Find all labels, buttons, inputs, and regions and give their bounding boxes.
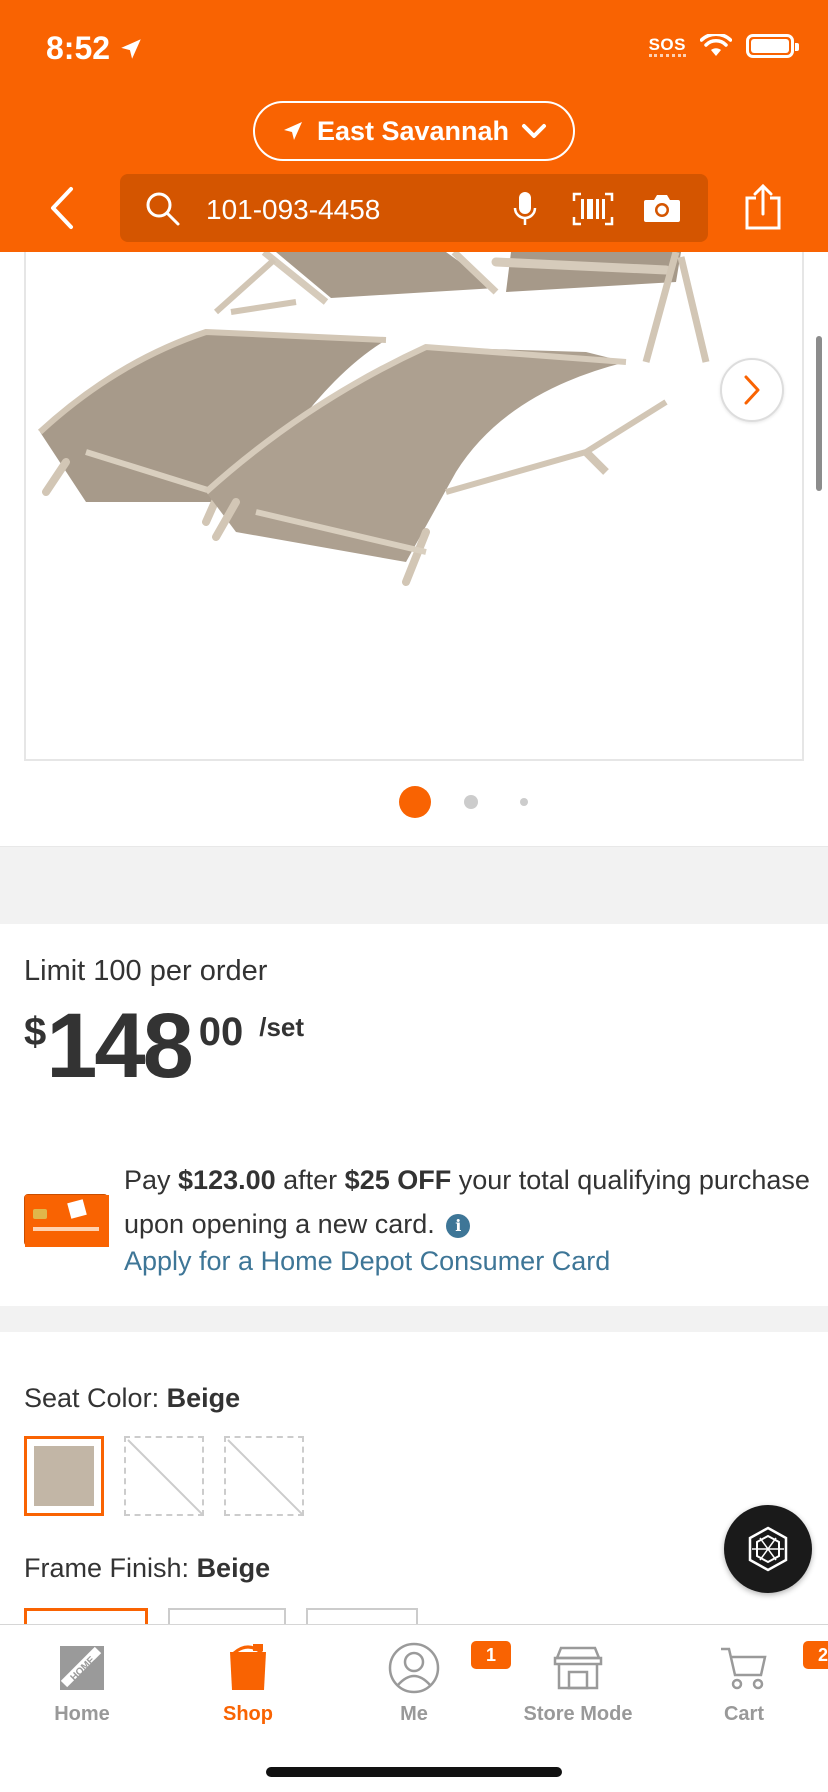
battery-icon [746, 34, 799, 58]
seat-color-value: Beige [166, 1383, 241, 1413]
frame-finish-label-text: Frame Finish: [24, 1553, 190, 1583]
tab-label: Cart [723, 1703, 764, 1725]
cart-icon [721, 1647, 767, 1690]
product-image-carousel[interactable] [24, 252, 804, 761]
carousel-dot-active[interactable] [399, 786, 431, 818]
section-divider [0, 846, 828, 924]
tab-label: Store Mode [523, 1703, 633, 1725]
apply-card-link[interactable]: Apply for a Home Depot Consumer Card [124, 1246, 610, 1277]
scrollbar[interactable] [816, 336, 822, 491]
share-button[interactable] [744, 183, 782, 235]
seat-color-label-text: Seat Color: [24, 1383, 160, 1413]
carousel-dot[interactable] [464, 795, 478, 809]
location-name: East Savannah [316, 115, 510, 146]
store-icon [553, 1646, 603, 1690]
carousel-pagination [0, 784, 828, 818]
product-price: $ 148 00 /set [24, 1000, 304, 1092]
tab-icon-wrap: 2 [719, 1639, 828, 1697]
status-indicators: SOS [648, 34, 799, 58]
swatch-color [34, 1446, 94, 1506]
store-location-selector[interactable]: East Savannah [253, 101, 575, 161]
user-icon [388, 1642, 440, 1694]
navigation-arrow-icon [283, 122, 302, 140]
tab-label: Home [54, 1703, 110, 1725]
promo-text-part: Pay [124, 1165, 179, 1195]
tab-shop[interactable]: Shop [178, 1639, 318, 1739]
notification-badge: 1 [471, 1641, 511, 1669]
section-divider [0, 1306, 828, 1332]
bottom-tab-bar: HOME Home Shop 1 Me Store Mode 2 Cart [0, 1624, 828, 1792]
order-limit-text: Limit 100 per order [24, 955, 268, 987]
unavailable-slash-icon [127, 1439, 202, 1514]
hexagon-chat-icon [748, 1526, 788, 1572]
tab-me[interactable]: 1 Me [344, 1639, 511, 1739]
status-time: 8:52 [46, 30, 144, 67]
carousel-dot[interactable] [520, 798, 528, 806]
unavailable-slash-icon [227, 1439, 302, 1514]
microphone-icon[interactable] [512, 190, 538, 228]
wifi-icon [700, 34, 732, 56]
tab-icon-wrap [227, 1639, 269, 1697]
bucket-icon [230, 1644, 266, 1690]
tab-home[interactable]: HOME Home [12, 1639, 152, 1739]
search-bar[interactable]: 101-093-4458 [120, 174, 708, 242]
promo-discount: $25 OFF [344, 1165, 452, 1195]
home-indicator [266, 1767, 562, 1777]
tab-label: Me [400, 1703, 428, 1725]
card-promo-text: Pay $123.00 after $25 OFF your total qua… [124, 1158, 824, 1246]
search-input[interactable]: 101-093-4458 [206, 194, 380, 226]
chevron-right-icon [744, 375, 760, 405]
credit-card-image [24, 1194, 109, 1247]
product-page: 8:52 SOS East Savannah 101-093-4458 Limi… [0, 0, 828, 1792]
info-icon[interactable]: i [446, 1213, 471, 1238]
promo-text-part: after [275, 1165, 345, 1195]
clock-text: 8:52 [46, 30, 111, 66]
share-icon [745, 183, 781, 230]
back-button[interactable] [44, 184, 80, 232]
chat-assistant-button[interactable] [724, 1505, 812, 1593]
seat-color-label: Seat Color: Beige [24, 1383, 240, 1414]
lounge-chairs-image [37, 252, 710, 586]
barcode-scan-icon[interactable] [572, 192, 614, 226]
price-unit: /set [259, 1012, 305, 1042]
tab-store-mode[interactable]: Store Mode [508, 1639, 648, 1739]
tab-cart[interactable]: 2 Cart [674, 1639, 828, 1739]
tab-icon-wrap [551, 1639, 605, 1697]
app-header: 8:52 SOS East Savannah 101-093-4458 [0, 0, 828, 252]
search-icon [146, 192, 180, 226]
frame-finish-label: Frame Finish: Beige [24, 1553, 270, 1584]
carousel-next-button[interactable] [720, 358, 784, 422]
price-cents: 00 [198, 1010, 244, 1054]
seat-color-swatch-selected[interactable] [24, 1436, 104, 1516]
price-currency: $ [24, 1010, 47, 1054]
tab-icon-wrap: 1 [387, 1639, 511, 1697]
location-arrow-icon [121, 38, 141, 59]
tab-icon-wrap: HOME [58, 1639, 106, 1697]
tab-label: Shop [223, 1703, 273, 1725]
promo-pay-amount: $123.00 [178, 1165, 276, 1195]
camera-icon[interactable] [642, 192, 682, 224]
sos-indicator: SOS [648, 35, 686, 57]
chevron-down-icon [522, 124, 547, 138]
home-depot-logo-icon: HOME [60, 1646, 104, 1690]
price-dollars: 148 [46, 995, 193, 1097]
frame-finish-value: Beige [196, 1553, 271, 1583]
chevron-left-icon [51, 187, 73, 229]
seat-color-swatch-unavailable[interactable] [124, 1436, 204, 1516]
seat-color-swatch-unavailable[interactable] [224, 1436, 304, 1516]
cart-count-badge: 2 [803, 1641, 828, 1669]
home-depot-card-icon [25, 1195, 109, 1247]
